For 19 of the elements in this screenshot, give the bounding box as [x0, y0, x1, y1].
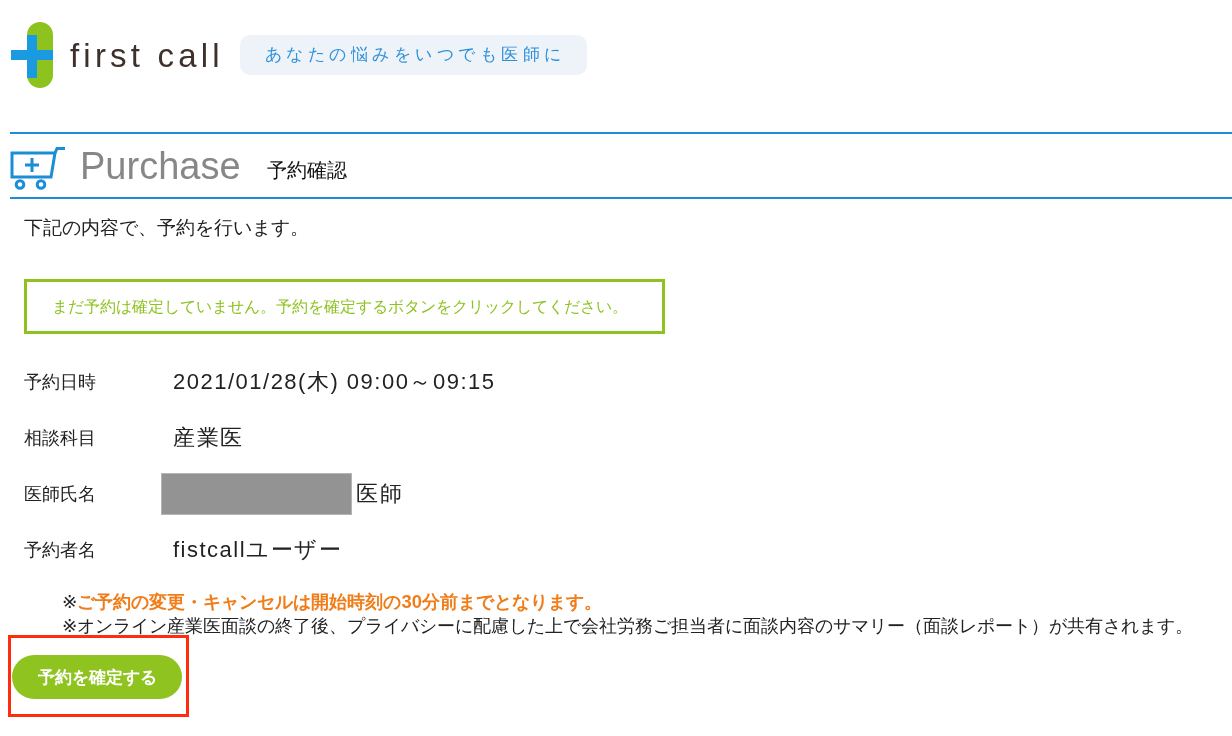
page-title: Purchase: [80, 143, 241, 188]
note-text: ※ご予約の変更・キャンセルは開始時刻の30分前までとなります。: [62, 590, 603, 614]
logo-icon: [11, 22, 53, 88]
detail-label: 予約者名: [23, 539, 97, 562]
detail-value: fistcallユーザー: [172, 536, 343, 564]
notice-message: まだ予約は確定していません。予約を確定するボタンをクリックしてください。: [24, 279, 665, 334]
detail-label: 相談科目: [23, 427, 97, 450]
detail-value: 医師: [355, 480, 403, 508]
note-text: ※オンライン産業医面談の終了後、プライバシーに配慮した上で会社労務ご担当者に面談内容のサマリー（面談レポート）が共有されます。: [62, 614, 1195, 638]
page-subtitle: 予約確認: [266, 158, 347, 183]
confirm-button[interactable]: 予約を確定する: [12, 655, 182, 699]
detail-value: 2021/01/28(木) 09:00～09:15: [172, 368, 496, 396]
detail-label: 予約日時: [23, 371, 97, 394]
detail-label: 医師氏名: [23, 483, 97, 506]
tagline: あなたの悩みをいつでも医師に: [239, 35, 587, 75]
logo-wordmark: first call: [70, 36, 224, 76]
intro-text: 下記の内容で、予約を行います。: [24, 217, 310, 239]
cart-icon: [10, 145, 66, 190]
detail-value: 産業医: [172, 424, 244, 452]
